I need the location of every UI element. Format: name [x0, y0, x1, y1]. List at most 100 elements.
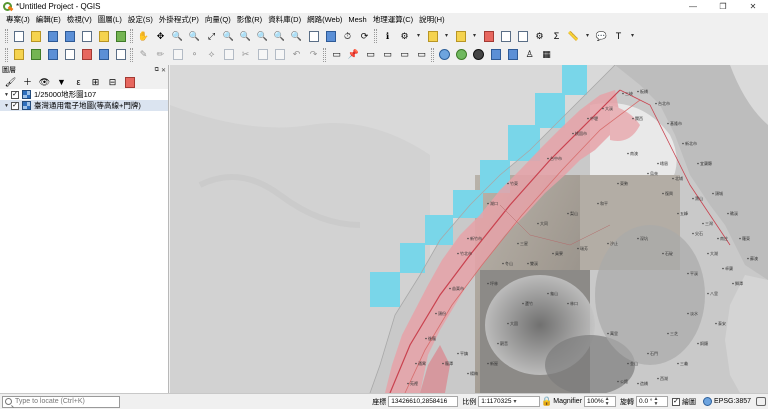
coordinate-field[interactable]: 13426610,2858416 — [388, 396, 459, 407]
toolbar-grip[interactable] — [130, 29, 133, 43]
measure-line-icon[interactable]: 📏 — [567, 30, 580, 43]
geocoder-icon[interactable] — [472, 48, 485, 61]
layout-manager-icon[interactable] — [97, 30, 110, 43]
rotation-field[interactable]: 0.0 ° ▲ ▼ — [636, 396, 669, 407]
label-tool-icon[interactable]: ▭ — [330, 48, 343, 61]
add-mesh-layer-icon[interactable] — [63, 48, 76, 61]
remove-layer-icon[interactable] — [123, 76, 136, 89]
expand-all-icon[interactable]: ⊞ — [89, 76, 102, 89]
toolbar-grip[interactable] — [374, 29, 377, 43]
menu-view[interactable]: 檢視(V) — [64, 14, 95, 25]
delete-selected-icon[interactable] — [222, 48, 235, 61]
new-map-view-icon[interactable] — [307, 30, 320, 43]
toolbar-grip[interactable] — [5, 47, 8, 62]
undo-icon[interactable]: ↶ — [290, 48, 303, 61]
identify-features-icon[interactable]: ℹ — [381, 30, 394, 43]
menu-processing[interactable]: 地理運算(C) — [370, 14, 416, 25]
toolbar-grip[interactable] — [5, 29, 8, 43]
zoom-full-icon[interactable]: ⤢ — [205, 30, 218, 43]
metasearch-icon[interactable] — [506, 48, 519, 61]
toolbar-grip[interactable] — [431, 47, 434, 62]
menu-plugins[interactable]: 外掛程式(P) — [156, 14, 202, 25]
lock-scale-icon[interactable]: 🔒 — [541, 395, 552, 408]
zoom-out-icon[interactable]: 🔍 — [188, 30, 201, 43]
menu-raster[interactable]: 影像(R) — [234, 14, 265, 25]
collapse-all-icon[interactable]: ⊟ — [106, 76, 119, 89]
manage-visibility-icon[interactable]: 👁 — [38, 76, 51, 89]
locator-search-input[interactable]: Type to locate (Ctrl+K) — [2, 395, 120, 408]
style-manager-icon[interactable] — [114, 30, 127, 43]
maximize-button[interactable]: ❐ — [708, 0, 738, 13]
temporal-controller-icon[interactable]: ⏱ — [341, 30, 354, 43]
pan-to-selection-icon[interactable]: ✥ — [154, 30, 167, 43]
pin-labels-icon[interactable]: 📌 — [347, 48, 360, 61]
current-edits-icon[interactable]: ✎ — [137, 48, 150, 61]
data-source-manager-icon[interactable] — [12, 48, 25, 61]
dropdown-arrow-icon[interactable]: ▾ — [470, 30, 479, 43]
filter-expression-icon[interactable]: ε — [72, 76, 85, 89]
open-attribute-table-icon[interactable] — [499, 30, 512, 43]
crs-button[interactable]: EPSG:3857 — [703, 397, 751, 406]
spin-arrows-icon[interactable]: ▲ ▼ — [653, 396, 658, 407]
field-calculator-icon[interactable] — [516, 30, 529, 43]
menu-layer[interactable]: 圖層(L) — [95, 14, 125, 25]
text-annotation-icon[interactable]: T — [612, 30, 625, 43]
move-label-icon[interactable]: ▭ — [381, 48, 394, 61]
panel-float-icon[interactable]: ⧉ — [155, 67, 159, 74]
toolbar-grip[interactable] — [323, 47, 326, 62]
add-feature-icon[interactable]: ⚬ — [188, 48, 201, 61]
render-checkbox[interactable]: ✓ — [672, 397, 681, 406]
spin-arrows-icon[interactable]: ▲ ▼ — [605, 396, 610, 407]
save-edits-icon[interactable] — [171, 48, 184, 61]
menu-help[interactable]: 說明(H) — [416, 14, 447, 25]
layer-row-selected[interactable]: ▼ ✓ 臺灣通用電子地圖(等高線+門牌) — [0, 100, 168, 111]
statistical-summary-icon[interactable]: Σ — [550, 30, 563, 43]
select-features-icon[interactable] — [426, 30, 439, 43]
plugin-tool-icon[interactable]: ♙ — [523, 48, 536, 61]
filter-legend-icon[interactable]: ▼ — [55, 76, 68, 89]
globe-map-icon[interactable] — [438, 48, 451, 61]
map-canvas[interactable]: 新竹市 竹北市 湖口 竹東 苗栗市 頭份 後龍 通霄 苑裡 台中市 桃園市 中壢 大溪 三峽 板橋 台北市 基隆… — [170, 65, 768, 393]
zoom-in-icon[interactable]: 🔍 — [171, 30, 184, 43]
redo-icon[interactable]: ↷ — [307, 48, 320, 61]
menu-edit[interactable]: 編輯(E) — [33, 14, 64, 25]
zoom-selection-icon[interactable]: 🔍 — [222, 30, 235, 43]
menu-database[interactable]: 資料庫(D) — [265, 14, 304, 25]
deselect-icon[interactable] — [482, 30, 495, 43]
expand-arrow-icon[interactable]: ▼ — [4, 92, 11, 98]
run-action-icon[interactable]: ⚙ — [398, 30, 411, 43]
paste-features-icon[interactable] — [273, 48, 286, 61]
messages-icon[interactable] — [756, 397, 766, 406]
zoom-layer-icon[interactable]: 🔍 — [239, 30, 252, 43]
open-project-icon[interactable] — [29, 30, 42, 43]
new-geopackage-layer-icon[interactable] — [97, 48, 110, 61]
layer-row[interactable]: ▼ ✓ 1/25000地形圖107 — [0, 89, 168, 100]
save-project-icon[interactable] — [46, 30, 59, 43]
new-print-layout-icon[interactable] — [80, 30, 93, 43]
cut-features-icon[interactable]: ✂ — [239, 48, 252, 61]
menu-web[interactable]: 網路(Web) — [304, 14, 345, 25]
map-tips-icon[interactable]: 💬 — [595, 30, 608, 43]
menu-settings[interactable]: 設定(S) — [125, 14, 156, 25]
globe-search-icon[interactable] — [455, 48, 468, 61]
layer-visibility-checkbox[interactable]: ✓ — [11, 101, 19, 110]
dropdown-arrow-icon[interactable]: ▾ — [628, 30, 637, 43]
new-project-icon[interactable] — [12, 30, 25, 43]
magnifier-field[interactable]: 100% ▲ ▼ — [584, 396, 617, 407]
menu-project[interactable]: 專案(J) — [3, 14, 33, 25]
zoom-next-icon[interactable]: 🔍 — [290, 30, 303, 43]
refresh-icon[interactable]: ⟳ — [358, 30, 371, 43]
select-by-value-icon[interactable] — [454, 30, 467, 43]
toggle-editing-icon[interactable]: ✏ — [154, 48, 167, 61]
expand-arrow-icon[interactable]: ▼ — [4, 103, 11, 109]
dropdown-arrow-icon[interactable]: ▾ — [414, 30, 423, 43]
zoom-last-icon[interactable]: 🔍 — [273, 30, 286, 43]
python-console-icon[interactable] — [489, 48, 502, 61]
new-3d-view-icon[interactable] — [324, 30, 337, 43]
copy-features-icon[interactable] — [256, 48, 269, 61]
close-button[interactable]: ✕ — [738, 0, 768, 13]
toolbar-grip[interactable] — [130, 47, 133, 62]
change-label-icon[interactable]: ▭ — [415, 48, 428, 61]
layer-visibility-checkbox[interactable]: ✓ — [11, 90, 19, 99]
save-as-icon[interactable] — [63, 30, 76, 43]
